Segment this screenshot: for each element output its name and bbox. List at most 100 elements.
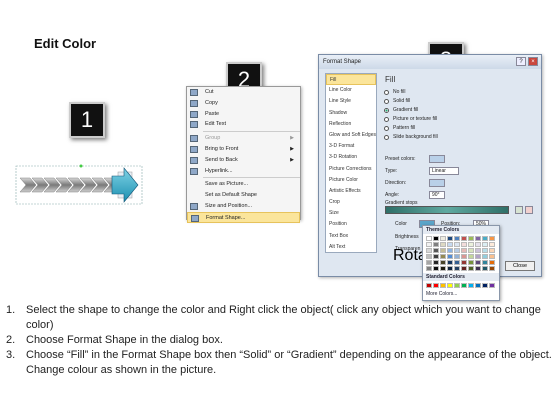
color-swatch[interactable]: [426, 248, 432, 253]
radio-no-fill[interactable]: No fill: [381, 88, 537, 97]
nav-reflection[interactable]: Reflection: [326, 119, 376, 130]
color-swatch[interactable]: [475, 242, 481, 247]
color-swatch[interactable]: [489, 242, 495, 247]
nav-shadow[interactable]: Shadow: [326, 108, 376, 119]
menu-item-hyperlink[interactable]: Hyperlink...: [187, 166, 300, 177]
color-swatch[interactable]: [468, 242, 474, 247]
menu-item-group[interactable]: Group ▶: [187, 133, 300, 144]
color-swatch[interactable]: [489, 266, 495, 271]
color-swatch[interactable]: [454, 283, 460, 288]
menu-item-paste[interactable]: Paste: [187, 109, 300, 120]
color-swatch[interactable]: [447, 260, 453, 265]
color-swatch[interactable]: [454, 254, 460, 259]
close-icon[interactable]: ×: [528, 57, 538, 66]
color-swatch[interactable]: [461, 260, 467, 265]
nav-fill[interactable]: Fill: [326, 74, 376, 86]
color-swatch[interactable]: [440, 283, 446, 288]
nav-position[interactable]: Position: [326, 219, 376, 230]
color-swatch[interactable]: [468, 266, 474, 271]
color-swatch[interactable]: [468, 236, 474, 241]
color-swatch[interactable]: [461, 236, 467, 241]
nav-3d-rotation[interactable]: 3-D Rotation: [326, 152, 376, 163]
color-swatch[interactable]: [468, 248, 474, 253]
menu-item-send-to-back[interactable]: Send to Back ▶: [187, 155, 300, 166]
color-swatch[interactable]: [454, 236, 460, 241]
color-swatch[interactable]: [454, 260, 460, 265]
color-swatch[interactable]: [447, 283, 453, 288]
radio-solid-fill[interactable]: Solid fill: [381, 97, 537, 106]
color-swatch[interactable]: [489, 283, 495, 288]
color-swatch[interactable]: [447, 266, 453, 271]
color-swatch[interactable]: [482, 283, 488, 288]
color-swatch[interactable]: [461, 283, 467, 288]
color-swatch[interactable]: [426, 236, 432, 241]
nav-crop[interactable]: Crop: [326, 197, 376, 208]
color-swatch[interactable]: [454, 248, 460, 253]
add-stop-icon[interactable]: [515, 206, 523, 214]
color-swatch[interactable]: [433, 283, 439, 288]
more-colors-link[interactable]: More Colors...: [423, 290, 499, 298]
direction-dropdown[interactable]: [429, 179, 445, 187]
color-swatch[interactable]: [440, 266, 446, 271]
nav-3d-format[interactable]: 3-D Format: [326, 141, 376, 152]
nav-text-box[interactable]: Text Box: [326, 231, 376, 242]
color-swatch[interactable]: [489, 236, 495, 241]
color-swatch[interactable]: [475, 254, 481, 259]
color-swatch[interactable]: [433, 248, 439, 253]
color-swatch[interactable]: [447, 236, 453, 241]
radio-pattern-fill[interactable]: Pattern fill: [381, 124, 537, 133]
color-swatch[interactable]: [468, 260, 474, 265]
color-swatch[interactable]: [433, 236, 439, 241]
color-swatch[interactable]: [426, 283, 432, 288]
color-swatch[interactable]: [426, 260, 432, 265]
color-swatch[interactable]: [461, 242, 467, 247]
menu-item-size-position[interactable]: Size and Position...: [187, 201, 300, 212]
color-swatch[interactable]: [461, 266, 467, 271]
nav-glow[interactable]: Glow and Soft Edges: [326, 130, 376, 141]
color-swatch[interactable]: [475, 266, 481, 271]
color-swatch[interactable]: [461, 248, 467, 253]
help-icon[interactable]: ?: [516, 57, 526, 66]
nav-picture-color[interactable]: Picture Color: [326, 175, 376, 186]
color-swatch[interactable]: [489, 254, 495, 259]
menu-item-edit-text[interactable]: Edit Text: [187, 119, 300, 130]
type-dropdown[interactable]: Linear: [429, 167, 459, 175]
color-swatch[interactable]: [482, 242, 488, 247]
preset-colors-dropdown[interactable]: [429, 155, 445, 163]
menu-item-copy[interactable]: Copy: [187, 98, 300, 109]
nav-artistic-effects[interactable]: Artistic Effects: [326, 186, 376, 197]
color-swatch[interactable]: [475, 248, 481, 253]
color-swatch[interactable]: [482, 248, 488, 253]
gradient-stops-bar[interactable]: [385, 206, 509, 214]
color-swatch[interactable]: [482, 236, 488, 241]
color-swatch[interactable]: [440, 236, 446, 241]
radio-gradient-fill[interactable]: Gradient fill: [381, 106, 537, 115]
radio-slide-bg-fill[interactable]: Slide background fill: [381, 133, 537, 142]
color-swatch[interactable]: [447, 254, 453, 259]
nav-size[interactable]: Size: [326, 208, 376, 219]
color-swatch[interactable]: [433, 242, 439, 247]
color-swatch[interactable]: [468, 254, 474, 259]
color-swatch[interactable]: [454, 266, 460, 271]
color-swatch[interactable]: [426, 254, 432, 259]
color-swatch[interactable]: [475, 283, 481, 288]
menu-item-save-as-picture[interactable]: Save as Picture...: [187, 179, 300, 190]
color-swatch[interactable]: [440, 254, 446, 259]
radio-picture-fill[interactable]: Picture or texture fill: [381, 115, 537, 124]
nav-picture-corrections[interactable]: Picture Corrections: [326, 164, 376, 175]
angle-input[interactable]: 90°: [429, 191, 445, 199]
nav-line-color[interactable]: Line Color: [326, 85, 376, 96]
arrow-shape[interactable]: [14, 162, 148, 210]
color-swatch[interactable]: [433, 266, 439, 271]
nav-alt-text[interactable]: Alt Text: [326, 242, 376, 253]
color-swatch[interactable]: [433, 260, 439, 265]
color-swatch[interactable]: [440, 248, 446, 253]
color-swatch[interactable]: [475, 236, 481, 241]
color-swatch[interactable]: [433, 254, 439, 259]
color-swatch[interactable]: [489, 248, 495, 253]
remove-stop-icon[interactable]: [525, 206, 533, 214]
color-swatch[interactable]: [440, 242, 446, 247]
color-swatch[interactable]: [489, 260, 495, 265]
menu-item-format-shape[interactable]: Format Shape...: [187, 211, 300, 223]
color-swatch[interactable]: [482, 254, 488, 259]
